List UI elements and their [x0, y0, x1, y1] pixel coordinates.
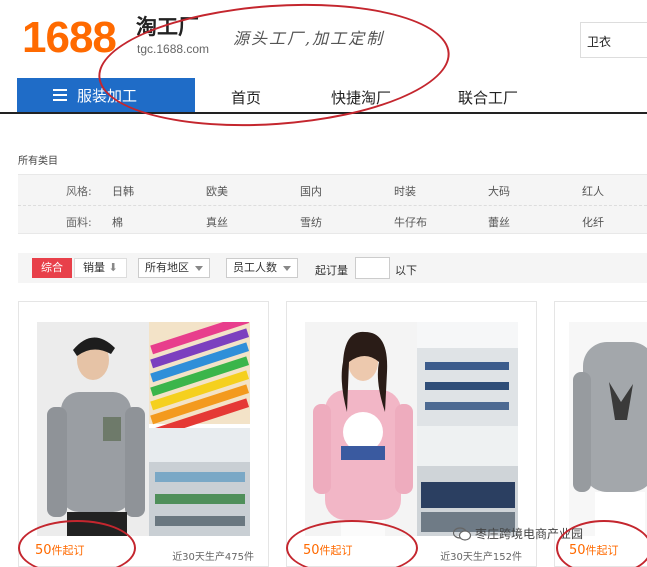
filter-option[interactable]: 棉 — [112, 214, 123, 230]
brand-domain: tgc.1688.com — [137, 42, 210, 56]
region-dropdown[interactable]: 所有地区 — [138, 258, 210, 278]
moq-unit: 件起订 — [319, 544, 353, 557]
staff-count-dropdown[interactable]: 员工人数 — [226, 258, 298, 278]
moq-text: 50件起订 — [569, 542, 619, 558]
moq-number: 50 — [303, 543, 320, 558]
all-categories-label: 所有类目 — [18, 156, 58, 167]
menu-icon — [53, 86, 67, 104]
product-card[interactable]: 50件起订 近30天生产475件 — [18, 301, 269, 567]
moq-unit: 件起订 — [51, 544, 85, 557]
search-input[interactable]: 卫衣 — [580, 22, 647, 58]
product-image[interactable] — [305, 322, 518, 536]
filter-row-fabric: 面料: 棉 真丝 雪纺 牛仔布 蕾丝 化纤 — [18, 205, 647, 234]
sort-bar: 综合 销量 ⬇ 所有地区 员工人数 起订量 以下 — [18, 253, 647, 283]
product-image[interactable] — [569, 322, 647, 536]
production-count: 近30天生产475件 — [172, 552, 254, 563]
filter-option[interactable]: 时装 — [394, 183, 416, 199]
filter-option[interactable]: 红人 — [582, 183, 604, 199]
product-image[interactable] — [37, 322, 250, 536]
moq-number: 50 — [569, 543, 586, 558]
brand-title: 淘工厂 — [136, 15, 199, 39]
watermark: 枣庄跨境电商产业园 — [453, 525, 583, 542]
brand-slogan: 源头工厂,加工定制 — [233, 29, 385, 48]
filter-option[interactable]: 日韩 — [112, 183, 134, 199]
site-logo[interactable]: 1688 — [22, 14, 117, 62]
arrow-down-icon: ⬇ — [108, 261, 118, 274]
moq-unit: 件起订 — [585, 544, 619, 557]
filter-label: 面料: — [66, 216, 92, 229]
filter-option[interactable]: 国内 — [300, 183, 322, 199]
moq-text: 50件起订 — [35, 542, 85, 558]
filter-label: 风格: — [66, 185, 92, 198]
filter-option[interactable]: 大码 — [488, 183, 510, 199]
sort-comprehensive-button[interactable]: 综合 — [32, 258, 72, 278]
filter-option[interactable]: 牛仔布 — [394, 214, 427, 230]
moq-input[interactable] — [355, 257, 390, 279]
category-menu-button[interactable]: 服装加工 — [17, 78, 195, 112]
nav-link-quick-factory[interactable]: 快捷淘厂 — [331, 87, 391, 108]
moq-number: 50 — [35, 543, 52, 558]
nav-link-home[interactable]: 首页 — [231, 87, 261, 108]
filter-row-style: 风格: 日韩 欧美 国内 时装 大码 红人 — [18, 175, 647, 204]
filter-option[interactable]: 真丝 — [206, 214, 228, 230]
moq-unit-label: 以下 — [395, 264, 417, 277]
moq-label: 起订量 — [315, 264, 348, 277]
category-filter: 风格: 日韩 欧美 国内 时装 大码 红人 面料: 棉 真丝 雪纺 牛仔布 蕾丝… — [18, 174, 647, 234]
wechat-icon — [453, 526, 471, 541]
filter-option[interactable]: 化纤 — [582, 214, 604, 230]
filter-option[interactable]: 蕾丝 — [488, 214, 510, 230]
sort-sales-label: 销量 — [83, 261, 105, 274]
watermark-text: 枣庄跨境电商产业园 — [475, 527, 584, 541]
filter-option[interactable]: 雪纺 — [300, 214, 322, 230]
sort-sales-button[interactable]: 销量 ⬇ — [74, 258, 127, 278]
production-count: 近30天生产152件 — [440, 552, 522, 563]
main-nav: 服装加工 首页 快捷淘厂 联合工厂 — [0, 78, 647, 114]
moq-text: 50件起订 — [303, 542, 353, 558]
filter-option[interactable]: 欧美 — [206, 183, 228, 199]
nav-link-joint-factory[interactable]: 联合工厂 — [458, 87, 518, 108]
category-menu-label: 服装加工 — [77, 86, 138, 105]
